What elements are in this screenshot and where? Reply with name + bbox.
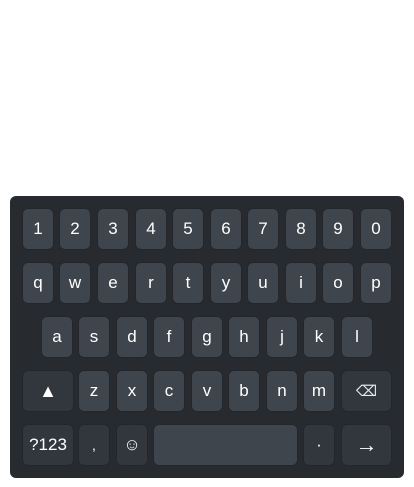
key-5[interactable]: 5: [172, 208, 204, 250]
period-key[interactable]: ·: [303, 424, 335, 466]
key-r[interactable]: r: [135, 262, 167, 304]
key-9[interactable]: 9: [322, 208, 354, 250]
keyboard: 1 2 3 4 5 6 7 8 9 0 q w e r t y u i o p …: [10, 196, 404, 478]
key-x[interactable]: x: [116, 370, 148, 412]
symbols-key[interactable]: ?123: [22, 424, 74, 466]
comma-key[interactable]: ,: [78, 424, 110, 466]
emoji-key[interactable]: ☺: [116, 424, 148, 466]
key-t[interactable]: t: [172, 262, 204, 304]
key-o[interactable]: o: [322, 262, 354, 304]
key-e[interactable]: e: [97, 262, 129, 304]
key-l[interactable]: l: [341, 316, 373, 358]
key-4[interactable]: 4: [135, 208, 167, 250]
key-u[interactable]: u: [247, 262, 279, 304]
key-b[interactable]: b: [228, 370, 260, 412]
key-a[interactable]: a: [41, 316, 73, 358]
key-n[interactable]: n: [266, 370, 298, 412]
arrow-right-icon: →: [355, 432, 378, 457]
key-c[interactable]: c: [153, 370, 185, 412]
key-k[interactable]: k: [303, 316, 335, 358]
key-6[interactable]: 6: [210, 208, 242, 250]
key-w[interactable]: w: [59, 262, 91, 304]
key-j[interactable]: j: [266, 316, 298, 358]
key-p[interactable]: p: [360, 262, 392, 304]
key-2[interactable]: 2: [59, 208, 91, 250]
space-key[interactable]: [153, 424, 298, 466]
key-h[interactable]: h: [228, 316, 260, 358]
backspace-key[interactable]: ⌫: [341, 370, 392, 412]
shift-icon: ▲: [39, 380, 57, 401]
backspace-icon: ⌫: [355, 383, 378, 400]
emoji-icon: ☺: [123, 435, 141, 454]
key-7[interactable]: 7: [247, 208, 279, 250]
key-d[interactable]: d: [116, 316, 148, 358]
key-8[interactable]: 8: [285, 208, 317, 250]
key-i[interactable]: i: [285, 262, 317, 304]
key-0[interactable]: 0: [360, 208, 392, 250]
key-v[interactable]: v: [191, 370, 223, 412]
key-m[interactable]: m: [303, 370, 335, 412]
key-g[interactable]: g: [191, 316, 223, 358]
key-y[interactable]: y: [210, 262, 242, 304]
enter-key[interactable]: →: [341, 424, 392, 466]
key-s[interactable]: s: [78, 316, 110, 358]
key-f[interactable]: f: [153, 316, 185, 358]
key-3[interactable]: 3: [97, 208, 129, 250]
shift-key[interactable]: ▲: [22, 370, 74, 412]
key-q[interactable]: q: [22, 262, 54, 304]
key-1[interactable]: 1: [22, 208, 54, 250]
key-z[interactable]: z: [78, 370, 110, 412]
